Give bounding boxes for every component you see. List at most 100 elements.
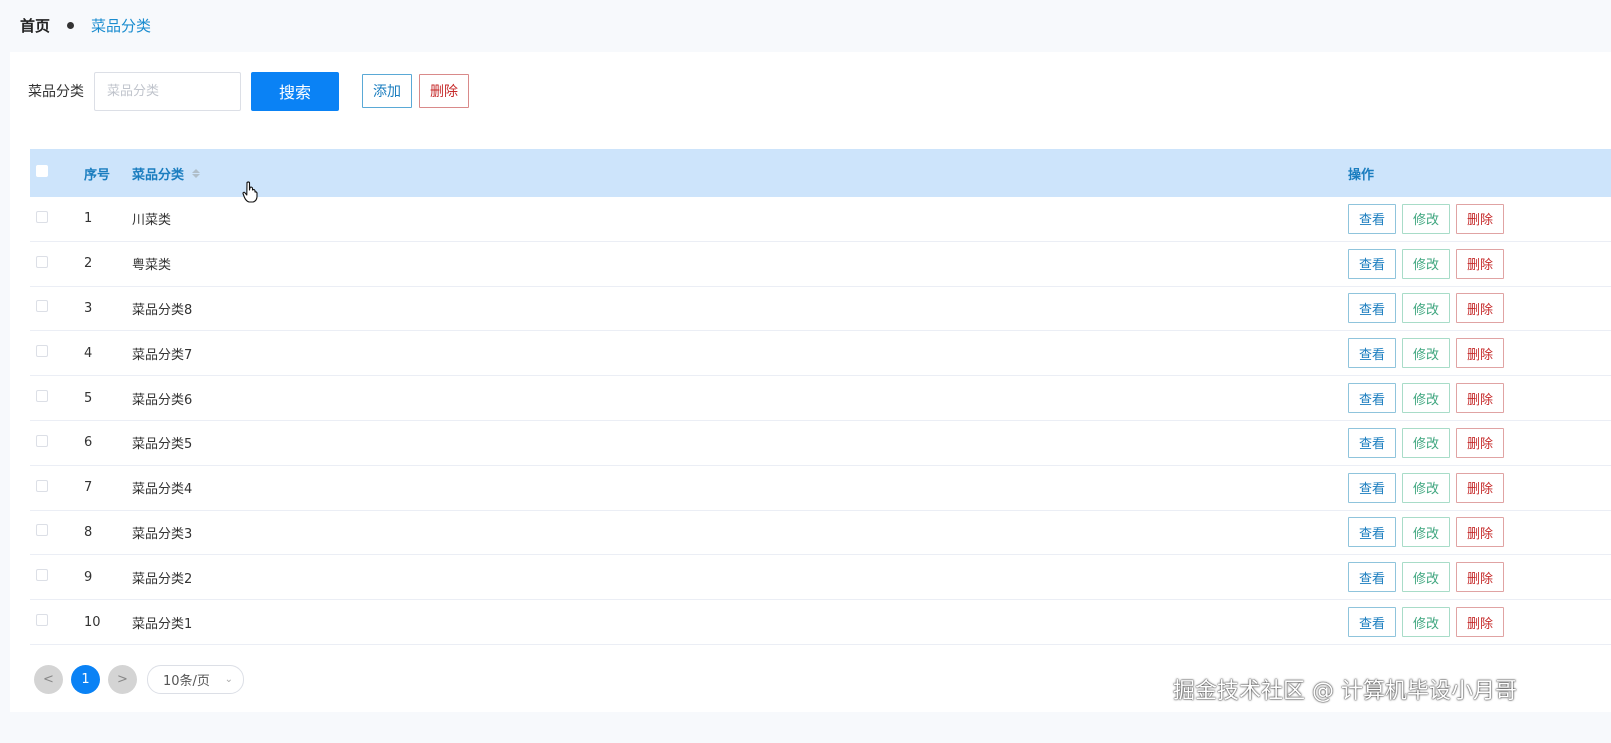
view-button[interactable]: 查看 — [1348, 338, 1396, 369]
row-name: 菜品分类4 — [132, 482, 193, 498]
batch-delete-button[interactable]: 删除 — [419, 74, 469, 108]
delete-button[interactable]: 删除 — [1456, 517, 1504, 548]
edit-button[interactable]: 修改 — [1402, 383, 1450, 414]
row-ops: 查看 修改 删除 — [1348, 472, 1510, 503]
delete-button[interactable]: 删除 — [1456, 607, 1504, 638]
row-name: 菜品分类2 — [132, 571, 193, 587]
main-panel: 菜品分类 搜索 添加 删除 序号 菜品分类 操作 1川菜类查看修改删除2粤菜类查… — [10, 52, 1611, 712]
delete-button[interactable]: 删除 — [1456, 472, 1504, 503]
chevron-down-icon: ⌄ — [224, 674, 233, 685]
row-name: 川菜类 — [132, 213, 172, 229]
row-no: 3 — [84, 300, 93, 316]
table-row: 7 菜品分类4 查看 修改 删除 — [30, 466, 1611, 511]
row-no: 2 — [84, 256, 93, 272]
row-checkbox[interactable] — [36, 390, 48, 406]
row-checkbox[interactable] — [36, 569, 48, 585]
row-name: 菜品分类1 — [132, 616, 193, 632]
edit-button[interactable]: 修改 — [1402, 203, 1450, 234]
row-ops: 查看 修改 删除 — [1348, 517, 1510, 548]
edit-button[interactable]: 修改 — [1402, 472, 1450, 503]
table-header: 序号 菜品分类 操作 — [30, 149, 1611, 203]
edit-button[interactable]: 修改 — [1402, 293, 1450, 324]
row-checkbox[interactable] — [36, 300, 48, 316]
row-no: 10 — [84, 614, 101, 630]
view-button[interactable]: 查看 — [1348, 203, 1396, 234]
table-row: 3 菜品分类8 查看 修改 删除 — [30, 287, 1611, 332]
delete-button[interactable]: 删除 — [1456, 427, 1504, 458]
table-row: 10 菜品分类1 查看 修改 删除 — [30, 600, 1611, 645]
row-no: 6 — [84, 435, 93, 451]
view-button[interactable]: 查看 — [1348, 472, 1396, 503]
row-name: 粤菜类 — [132, 258, 172, 274]
table-row: 5 菜品分类6 查看 修改 删除 — [30, 376, 1611, 421]
header-name-label: 菜品分类 — [132, 167, 185, 183]
delete-button[interactable]: 删除 — [1456, 248, 1504, 279]
next-page-button[interactable]: > — [108, 665, 137, 694]
search-input[interactable] — [94, 71, 241, 111]
header-name[interactable]: 菜品分类 — [132, 164, 201, 183]
edit-button[interactable]: 修改 — [1402, 517, 1450, 548]
row-no: 9 — [84, 569, 93, 585]
row-checkbox[interactable] — [36, 345, 48, 361]
table-row: 2 粤菜类 查看 修改 删除 — [30, 242, 1611, 287]
header-ops: 操作 — [1348, 167, 1375, 183]
view-button[interactable]: 查看 — [1348, 607, 1396, 638]
row-checkbox[interactable] — [36, 479, 48, 496]
edit-button[interactable]: 修改 — [1402, 427, 1450, 458]
edit-button[interactable]: 修改 — [1402, 607, 1450, 638]
sort-icon[interactable] — [192, 168, 201, 178]
delete-button[interactable]: 删除 — [1456, 203, 1504, 234]
row-checkbox[interactable] — [36, 210, 48, 227]
row-no: 8 — [84, 524, 93, 540]
row-ops: 查看 修改 删除 — [1348, 248, 1510, 279]
view-button[interactable]: 查看 — [1348, 383, 1396, 414]
breadcrumb: 首页 菜品分类 — [20, 12, 151, 38]
row-checkbox[interactable] — [36, 524, 48, 540]
row-name: 菜品分类8 — [132, 302, 193, 318]
row-no: 4 — [84, 345, 93, 361]
row-name: 菜品分类5 — [132, 437, 193, 453]
search-bar: 菜品分类 搜索 添加 删除 — [28, 71, 469, 111]
view-button[interactable]: 查看 — [1348, 427, 1396, 458]
view-button[interactable]: 查看 — [1348, 562, 1396, 593]
table-row: 4 菜品分类7 查看 修改 删除 — [30, 331, 1611, 377]
edit-button[interactable]: 修改 — [1402, 248, 1450, 279]
edit-button[interactable]: 修改 — [1402, 562, 1450, 593]
delete-button[interactable]: 删除 — [1456, 293, 1504, 324]
row-ops: 查看 修改 删除 — [1348, 607, 1510, 638]
row-no: 7 — [84, 480, 93, 496]
row-name: 菜品分类6 — [132, 392, 193, 408]
row-checkbox[interactable] — [36, 255, 48, 272]
row-no: 5 — [84, 390, 93, 406]
prev-page-button[interactable]: < — [34, 665, 63, 694]
row-checkbox[interactable] — [36, 434, 48, 451]
page-size-value: 10条/页 — [163, 674, 210, 689]
select-all-checkbox[interactable] — [36, 165, 48, 181]
row-name: 菜品分类3 — [132, 526, 193, 542]
breadcrumb-separator — [67, 21, 75, 29]
page-1-button[interactable]: 1 — [71, 665, 100, 694]
header-no: 序号 — [84, 167, 111, 183]
view-button[interactable]: 查看 — [1348, 517, 1396, 548]
edit-button[interactable]: 修改 — [1402, 338, 1450, 369]
table-row: 9 菜品分类2 查看 修改 删除 — [30, 555, 1611, 601]
table-row: 8 菜品分类3 查看 修改 删除 — [30, 511, 1611, 556]
row-name: 菜品分类7 — [132, 347, 193, 363]
row-ops: 查看 修改 删除 — [1348, 427, 1510, 458]
row-ops: 查看 修改 删除 — [1348, 383, 1510, 414]
delete-button[interactable]: 删除 — [1456, 338, 1504, 369]
breadcrumb-home[interactable]: 首页 — [20, 15, 50, 36]
breadcrumb-current: 菜品分类 — [91, 16, 152, 35]
add-button[interactable]: 添加 — [362, 74, 412, 108]
view-button[interactable]: 查看 — [1348, 293, 1396, 324]
delete-button[interactable]: 删除 — [1456, 562, 1504, 593]
pagination: < 1 > 10条/页 ⌄ — [34, 665, 244, 694]
row-ops: 查看 修改 删除 — [1348, 293, 1510, 324]
page-size-select[interactable]: 10条/页 ⌄ — [147, 665, 244, 694]
table-row: 1 川菜类 查看 修改 删除 — [30, 197, 1611, 242]
row-checkbox[interactable] — [36, 614, 48, 630]
view-button[interactable]: 查看 — [1348, 248, 1396, 279]
search-button[interactable]: 搜索 — [251, 71, 339, 111]
delete-button[interactable]: 删除 — [1456, 383, 1504, 414]
row-ops: 查看 修改 删除 — [1348, 203, 1510, 234]
